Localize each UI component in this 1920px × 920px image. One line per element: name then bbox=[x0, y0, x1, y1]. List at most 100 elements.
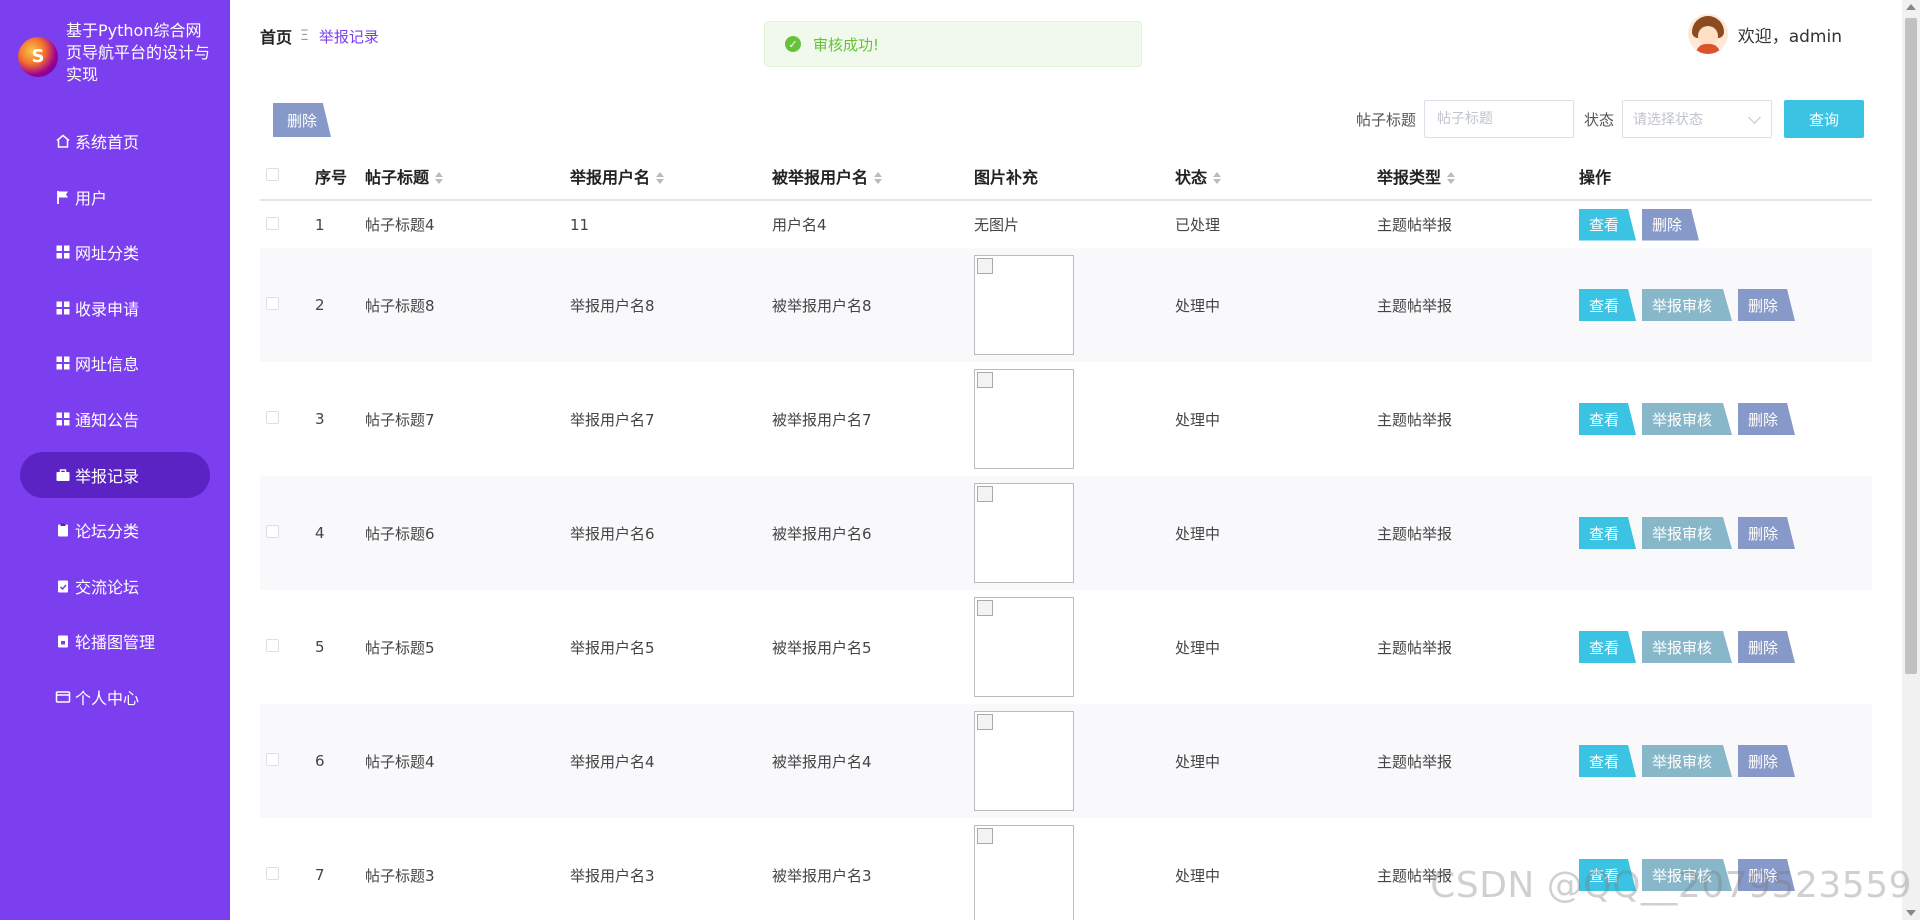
user-info[interactable]: 欢迎，admin bbox=[1687, 14, 1842, 54]
cell-title: 帖子标题8 bbox=[365, 248, 570, 362]
scrollbar-thumb[interactable] bbox=[1905, 18, 1917, 674]
sidebar-item-url-info[interactable]: 网址信息 bbox=[20, 340, 210, 386]
sort-icon[interactable] bbox=[435, 172, 444, 184]
query-button[interactable]: 查询 bbox=[1784, 100, 1864, 138]
table-row: 6 帖子标题4 举报用户名4 被举报用户名4 处理中 主题帖举报 查看 举报审核… bbox=[260, 704, 1872, 818]
home-icon bbox=[54, 132, 72, 150]
broken-image-icon[interactable] bbox=[974, 597, 1074, 697]
row-checkbox[interactable] bbox=[266, 639, 279, 652]
search-bar: 帖子标题 状态 请选择状态 查询 bbox=[1356, 100, 1864, 138]
view-button[interactable]: 查看 bbox=[1579, 745, 1636, 777]
sidebar-item-carousel[interactable]: 轮播图管理 bbox=[20, 618, 210, 664]
sort-icon[interactable] bbox=[874, 172, 883, 184]
breadcrumb-current: 举报记录 bbox=[318, 27, 379, 46]
cell-type: 主题帖举报 bbox=[1377, 248, 1579, 362]
header-reporter[interactable]: 举报用户名 bbox=[570, 152, 772, 201]
header-reported[interactable]: 被举报用户名 bbox=[772, 152, 974, 201]
delete-button[interactable]: 删除 bbox=[1642, 208, 1699, 241]
view-button[interactable]: 查看 bbox=[1579, 631, 1636, 663]
cell-reported: 用户名4 bbox=[772, 216, 827, 234]
header-image: 图片补充 bbox=[974, 152, 1175, 201]
sidebar-item-notices[interactable]: 通知公告 bbox=[20, 396, 210, 442]
cell-title: 帖子标题3 bbox=[365, 818, 570, 920]
page-scrollbar[interactable] bbox=[1902, 0, 1920, 920]
delete-button[interactable]: 删除 bbox=[1738, 745, 1795, 777]
sidebar-item-label: 收录申请 bbox=[75, 299, 140, 319]
sidebar-item-label: 个人中心 bbox=[75, 688, 140, 708]
report-table-container: 序号 帖子标题 举报用户名 被举报用户名 图片补充 状态 举报类型 操作 1 帖… bbox=[260, 152, 1872, 920]
scroll-down-icon[interactable] bbox=[1906, 910, 1916, 916]
view-button[interactable]: 查看 bbox=[1579, 517, 1636, 549]
cell-reported: 被举报用户名5 bbox=[772, 590, 974, 704]
avatar[interactable] bbox=[1687, 14, 1728, 54]
grid-icon bbox=[54, 299, 72, 317]
audit-button[interactable]: 举报审核 bbox=[1642, 517, 1732, 549]
sort-icon[interactable] bbox=[1213, 172, 1222, 184]
cell-reported: 被举报用户名7 bbox=[772, 362, 974, 476]
status-filter-select[interactable]: 请选择状态 bbox=[1622, 100, 1772, 138]
toast-message: 审核成功! bbox=[813, 35, 880, 54]
sidebar-item-url-categories[interactable]: 网址分类 bbox=[20, 229, 210, 275]
breadcrumb-home[interactable]: 首页 bbox=[260, 24, 292, 48]
sidebar-item-label: 轮播图管理 bbox=[75, 633, 156, 653]
row-checkbox[interactable] bbox=[266, 867, 279, 880]
cell-status: 已处理 bbox=[1175, 216, 1221, 234]
table-header-row: 序号 帖子标题 举报用户名 被举报用户名 图片补充 状态 举报类型 操作 bbox=[260, 152, 1872, 201]
row-actions: 查看 举报审核 删除 bbox=[1579, 631, 1872, 663]
row-actions: 查看 举报审核 删除 bbox=[1579, 517, 1872, 549]
sidebar-item-label: 网址信息 bbox=[75, 355, 140, 375]
broken-image-icon[interactable] bbox=[974, 825, 1074, 920]
batch-delete-button[interactable]: 删除 bbox=[273, 103, 331, 137]
header-actions: 操作 bbox=[1579, 152, 1872, 201]
sort-icon[interactable] bbox=[1447, 172, 1456, 184]
sidebar-item-applications[interactable]: 收录申请 bbox=[20, 285, 210, 331]
sidebar-item-home[interactable]: 系统首页 bbox=[20, 118, 210, 164]
broken-image-icon[interactable] bbox=[974, 483, 1074, 583]
broken-image-icon[interactable] bbox=[974, 369, 1074, 469]
cell-no: 6 bbox=[315, 704, 365, 818]
row-checkbox[interactable] bbox=[266, 216, 279, 230]
delete-button[interactable]: 删除 bbox=[1738, 631, 1795, 663]
delete-button[interactable]: 删除 bbox=[1738, 403, 1795, 435]
broken-image-icon[interactable] bbox=[974, 711, 1074, 811]
clipboard-check-icon bbox=[54, 577, 72, 595]
cell-reported: 被举报用户名3 bbox=[772, 818, 974, 920]
sort-icon[interactable] bbox=[656, 172, 665, 184]
table-row: 4 帖子标题6 举报用户名6 被举报用户名6 处理中 主题帖举报 查看 举报审核… bbox=[260, 476, 1872, 590]
broken-image-icon[interactable] bbox=[974, 255, 1074, 355]
id-card-icon bbox=[54, 688, 72, 706]
header-type[interactable]: 举报类型 bbox=[1377, 152, 1579, 201]
header-no: 序号 bbox=[315, 152, 365, 201]
row-checkbox[interactable] bbox=[266, 411, 279, 424]
view-button[interactable]: 查看 bbox=[1579, 403, 1636, 435]
scroll-up-icon[interactable] bbox=[1906, 4, 1916, 10]
audit-button[interactable]: 举报审核 bbox=[1642, 631, 1732, 663]
select-all-checkbox[interactable] bbox=[266, 168, 279, 181]
cell-no: 5 bbox=[315, 590, 365, 704]
sidebar-item-reports[interactable]: 举报记录 bbox=[20, 451, 210, 498]
header-label: 状态 bbox=[1175, 167, 1208, 187]
cell-type: 主题帖举报 bbox=[1377, 476, 1579, 590]
view-button[interactable]: 查看 bbox=[1579, 289, 1636, 321]
row-checkbox[interactable] bbox=[266, 753, 279, 766]
view-button[interactable]: 查看 bbox=[1579, 208, 1636, 241]
audit-button[interactable]: 举报审核 bbox=[1642, 403, 1732, 435]
row-checkbox[interactable] bbox=[266, 297, 279, 310]
row-checkbox[interactable] bbox=[266, 525, 279, 538]
sidebar-item-users[interactable]: 用户 bbox=[20, 174, 210, 220]
delete-button[interactable]: 删除 bbox=[1738, 289, 1795, 321]
sidebar: 基于Python综合网页导航平台的设计与实现 系统首页 用户 网址分类 收录申请… bbox=[0, 0, 230, 920]
audit-button[interactable]: 举报审核 bbox=[1642, 745, 1732, 777]
row-actions: 查看 举报审核 删除 bbox=[1579, 403, 1872, 435]
sidebar-item-forum[interactable]: 交流论坛 bbox=[20, 563, 210, 609]
sidebar-item-profile[interactable]: 个人中心 bbox=[20, 674, 210, 720]
watermark: CSDN @QQ__2079523559 bbox=[1430, 865, 1912, 906]
header-status[interactable]: 状态 bbox=[1175, 152, 1377, 201]
sidebar-item-forum-categories[interactable]: 论坛分类 bbox=[20, 507, 210, 553]
audit-button[interactable]: 举报审核 bbox=[1642, 289, 1732, 321]
header-title[interactable]: 帖子标题 bbox=[365, 152, 570, 201]
delete-button[interactable]: 删除 bbox=[1738, 517, 1795, 549]
title-filter-input[interactable] bbox=[1423, 100, 1574, 138]
cell-type: 主题帖举报 bbox=[1377, 216, 1453, 234]
cell-status: 处理中 bbox=[1175, 818, 1377, 920]
